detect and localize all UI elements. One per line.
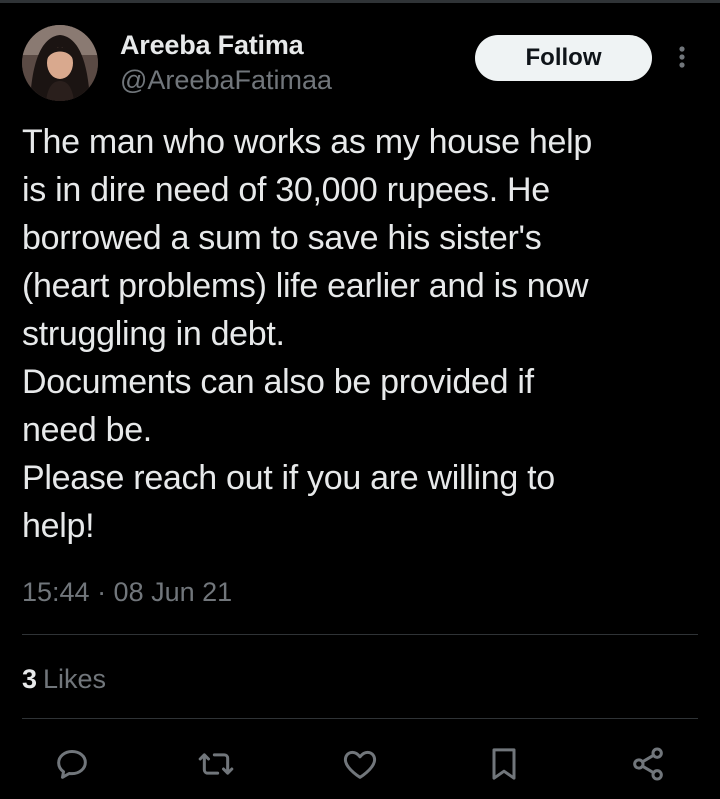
avatar[interactable] [22, 25, 98, 101]
author-display-name[interactable]: Areeba Fatima [120, 29, 332, 61]
likes-label: Likes [43, 664, 107, 694]
share-button[interactable] [624, 740, 672, 788]
tweet-text-line: borrowed a sum to save his sister's [22, 219, 542, 257]
retweet-icon [198, 753, 234, 775]
more-vertical-icon[interactable] [674, 41, 690, 73]
reply-icon [57, 750, 87, 779]
tweet-text-line: The man who works as my house help [22, 123, 592, 161]
author-handle[interactable]: @AreebaFatimaa [120, 63, 332, 97]
bookmark-button[interactable] [480, 740, 528, 788]
like-button[interactable] [336, 740, 384, 788]
avatar-image [22, 25, 98, 101]
action-bar [0, 740, 720, 792]
divider [22, 634, 698, 635]
likes-stat[interactable]: 3 Likes [22, 661, 106, 697]
likes-count: 3 [22, 664, 38, 694]
tweet-timestamp[interactable]: 15:44 · 08 Jun 21 [22, 575, 232, 609]
divider [22, 718, 698, 719]
bookmark-icon [492, 748, 516, 780]
follow-button[interactable]: Follow [475, 35, 652, 81]
top-divider [0, 0, 720, 3]
tweet-text-line: help! [22, 507, 95, 545]
retweet-button[interactable] [192, 740, 240, 788]
tweet-text-line: Please reach out if you are willing to [22, 459, 555, 497]
tweet-text-line: is in dire need of 30,000 rupees. He [22, 171, 550, 209]
reply-button[interactable] [48, 740, 96, 788]
tweet-text: The man who works as my house help is in… [22, 118, 698, 550]
tweet-text-line: (heart problems) life earlier and is now [22, 267, 589, 305]
tweet-text-line: need be. [22, 411, 152, 449]
tweet-text-line: Documents can also be provided if [22, 363, 534, 401]
author-names: Areeba Fatima @AreebaFatimaa [120, 29, 332, 97]
share-icon [633, 747, 663, 781]
tweet-text-line: struggling in debt. [22, 315, 285, 353]
tweet-header: Areeba Fatima @AreebaFatimaa Follow [22, 25, 698, 103]
heart-icon [343, 750, 377, 779]
